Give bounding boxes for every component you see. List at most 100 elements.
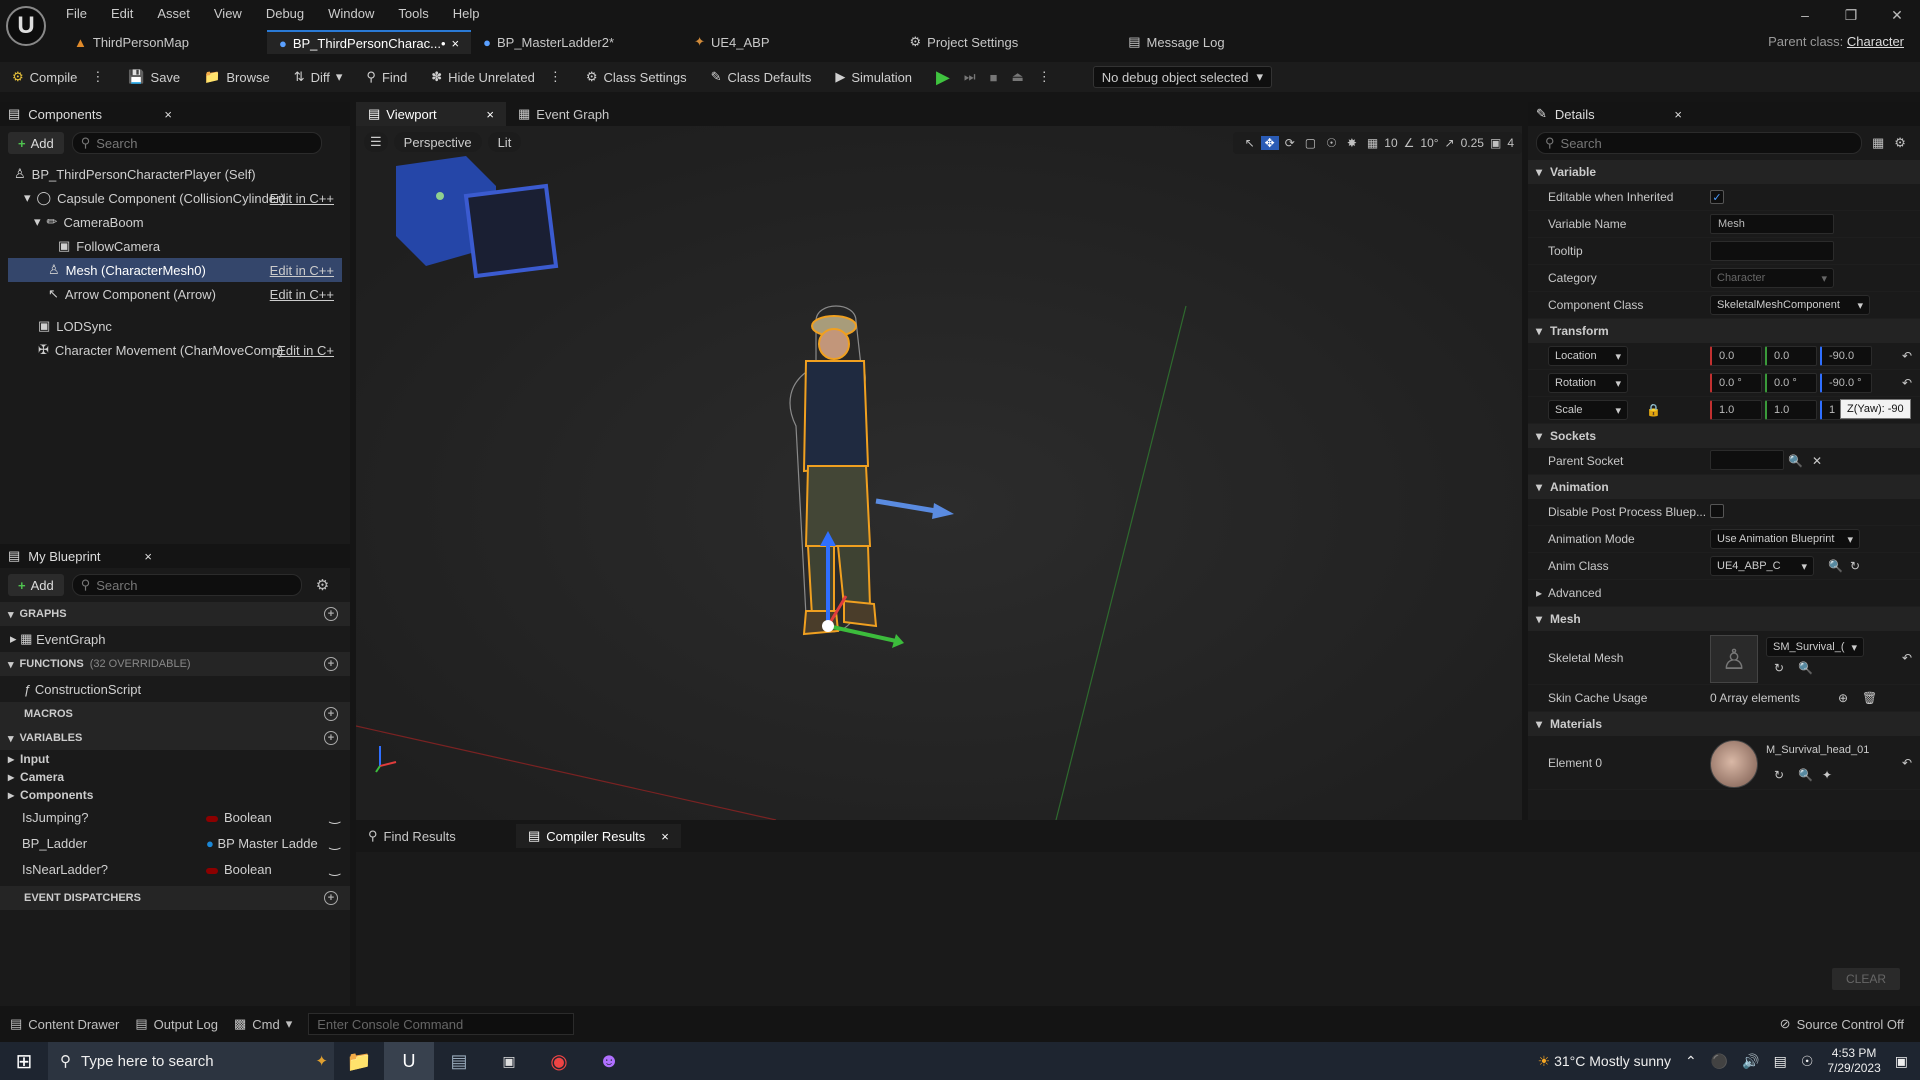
eject-icon[interactable]: ⏏ — [1011, 69, 1023, 85]
tab-compiler-results[interactable]: ▤ Compiler Results × — [516, 824, 681, 848]
class-settings-button[interactable]: ⚙ Class Settings — [574, 62, 699, 92]
compile-button[interactable]: ⚙ Compile ⋮ — [0, 62, 116, 92]
restore-icon[interactable]: ❐ — [1828, 7, 1874, 24]
visibility-icon[interactable]: ‿ — [330, 835, 340, 851]
location-z-field[interactable]: -90.0 — [1820, 346, 1872, 366]
clock[interactable]: 4:53 PM 7/29/2023 — [1827, 1046, 1880, 1076]
clear-button[interactable]: CLEAR — [1831, 968, 1900, 990]
scale-mode-dropdown[interactable]: Scale ▾ — [1548, 400, 1628, 420]
play-icon[interactable]: ▶ — [936, 67, 950, 88]
rotate-tool-icon[interactable]: ⟳ — [1281, 136, 1299, 150]
section-variable[interactable]: ▾ Variable — [1528, 160, 1920, 184]
add-variable-icon[interactable]: + — [324, 731, 338, 745]
scale-x-field[interactable]: 1.0 — [1710, 400, 1762, 420]
stop-icon[interactable]: ■ — [990, 70, 998, 85]
section-graphs[interactable]: ▾ GRAPHS + — [0, 602, 350, 626]
camera-speed-value[interactable]: 4 — [1507, 136, 1514, 150]
viewport-3d[interactable]: ☰ Perspective Lit ↖ ✥ ⟳ ▢ ☉ ✸ ▦ 10 ∠ 10° ↗… — [356, 126, 1522, 820]
angle-snap-icon[interactable]: ∠ — [1400, 136, 1419, 150]
simulation-button[interactable]: ▶ Simulation — [823, 62, 924, 92]
section-sockets[interactable]: ▾ Sockets — [1528, 424, 1920, 448]
function-item-constructionscript[interactable]: ƒ ConstructionScript — [0, 676, 350, 702]
chrome-icon[interactable]: ◉ — [534, 1049, 584, 1074]
windows-start-icon[interactable]: ⊞ — [0, 1049, 48, 1074]
tab-close-icon[interactable]: × — [452, 36, 460, 51]
compile-options-icon[interactable]: ⋮ — [91, 69, 104, 85]
discord-icon[interactable]: ☻ — [584, 1050, 634, 1073]
component-class-dropdown[interactable]: SkeletalMeshComponent ▾ — [1710, 295, 1870, 315]
material-options-icon[interactable]: ✦ — [1822, 768, 1832, 782]
use-selected-icon[interactable]: ↻ — [1774, 768, 1784, 782]
browse-icon[interactable]: 🔍 — [1798, 661, 1813, 675]
find-button[interactable]: ⚲ Find — [354, 62, 419, 92]
browse-icon[interactable]: 🔍 — [1798, 768, 1813, 782]
epic-games-icon[interactable]: ▣ — [484, 1053, 534, 1070]
more-options-icon[interactable]: ⋮ — [549, 69, 562, 85]
hide-unrelated-button[interactable]: ✽ Hide Unrelated ⋮ — [419, 62, 574, 92]
edit-in-cpp-link[interactable]: Edit in C++ — [270, 287, 334, 302]
translate-tool-icon[interactable]: ✥ — [1260, 136, 1279, 150]
variable-name-field[interactable]: Mesh — [1710, 214, 1834, 234]
tree-item-lodsync[interactable]: ▣ LODSync — [8, 314, 342, 338]
source-control-button[interactable]: ⊘ Source Control Off — [1780, 1016, 1904, 1032]
anim-class-dropdown[interactable]: UE4_ABP_C ▾ — [1710, 556, 1814, 576]
output-log-button[interactable]: ▤ Output Log — [135, 1016, 218, 1032]
tab-close-icon[interactable]: × — [486, 107, 494, 122]
section-animation[interactable]: ▾ Animation — [1528, 475, 1920, 499]
lock-icon[interactable]: 🔒 — [1646, 403, 1661, 417]
browse-button[interactable]: 📁 Browse — [192, 62, 282, 92]
shield-icon[interactable]: ☉ — [1801, 1053, 1814, 1070]
scale-y-field[interactable]: 1.0 — [1765, 400, 1817, 420]
app-icon[interactable]: ▤ — [434, 1051, 484, 1072]
tab-viewport[interactable]: ▤ Viewport × — [356, 102, 506, 126]
microphone-icon[interactable]: ⚫ — [1711, 1053, 1728, 1070]
browse-socket-icon[interactable]: 🔍 — [1788, 454, 1803, 468]
disable-post-process-checkbox[interactable] — [1710, 503, 1724, 518]
menu-file[interactable]: File — [66, 6, 87, 21]
components-search-input[interactable]: ⚲ Search — [71, 132, 322, 154]
network-icon[interactable]: ▤ — [1774, 1053, 1787, 1070]
unreal-taskbar-icon[interactable]: U — [384, 1042, 434, 1080]
animation-mode-dropdown[interactable]: Use Animation Blueprint ▾ — [1710, 529, 1860, 549]
delete-icon[interactable]: 🗑 — [1862, 691, 1877, 705]
tab-bp-thirdpersoncharacter[interactable]: ● BP_ThirdPersonCharac...• × — [266, 30, 472, 54]
add-macro-icon[interactable]: + — [324, 707, 338, 721]
volume-icon[interactable]: 🔊 — [1742, 1053, 1759, 1070]
select-tool-icon[interactable]: ↖ — [1241, 136, 1259, 150]
variable-isnearladder[interactable]: IsNearLadder? Boolean ‿ — [0, 856, 350, 882]
variable-isjumping[interactable]: IsJumping? Boolean ‿ — [0, 804, 350, 830]
grid-snap-icon[interactable]: ▦ — [1363, 136, 1382, 150]
scale-tool-icon[interactable]: ▢ — [1301, 136, 1320, 150]
angle-snap-value[interactable]: 10° — [1420, 136, 1438, 150]
browse-icon[interactable]: 🔍 — [1828, 559, 1843, 573]
rotation-mode-dropdown[interactable]: Rotation ▾ — [1548, 373, 1628, 393]
tray-expand-icon[interactable]: ⌃ — [1685, 1053, 1697, 1070]
panel-close-icon[interactable]: × — [144, 549, 152, 564]
rotation-x-field[interactable]: 0.0 ° — [1710, 373, 1762, 393]
add-graph-icon[interactable]: + — [324, 607, 338, 621]
menu-asset[interactable]: Asset — [157, 6, 190, 21]
gear-icon[interactable]: ⚙ — [316, 576, 329, 594]
tooltip-field[interactable] — [1710, 241, 1834, 261]
edit-in-cpp-link[interactable]: Edit in C++ — [270, 263, 334, 278]
section-functions[interactable]: ▾ FUNCTIONS (32 OVERRIDABLE) + — [0, 652, 350, 676]
viewport-menu-icon[interactable]: ☰ — [364, 132, 388, 152]
lit-button[interactable]: Lit — [487, 132, 522, 152]
content-drawer-button[interactable]: ▤ Content Drawer — [10, 1016, 119, 1032]
tab-close-icon[interactable]: × — [661, 829, 669, 844]
play-options-icon[interactable]: ⋮ — [1038, 69, 1051, 85]
add-component-button[interactable]: + Add — [8, 132, 64, 154]
section-mesh[interactable]: ▾ Mesh — [1528, 607, 1920, 631]
tree-item-arrow[interactable]: ↖ Arrow Component (Arrow) Edit in C++ — [8, 282, 342, 306]
menu-edit[interactable]: Edit — [111, 6, 133, 21]
tree-item-charactermovement[interactable]: ✠ Character Movement (CharMoveComp) Edit i… — [8, 338, 342, 362]
section-macros[interactable]: MACROS + — [0, 702, 350, 726]
class-defaults-button[interactable]: ✎ Class Defaults — [699, 62, 824, 92]
visibility-icon[interactable]: ‿ — [330, 809, 340, 825]
property-matrix-icon[interactable]: ▦ — [1872, 135, 1884, 151]
weather-widget[interactable]: ☀ 31°C Mostly sunny — [1538, 1053, 1671, 1070]
step-icon[interactable]: ⏭ — [964, 69, 976, 85]
location-y-field[interactable]: 0.0 — [1765, 346, 1817, 366]
use-selected-icon[interactable]: ↻ — [1774, 661, 1784, 675]
edit-in-cpp-link[interactable]: Edit in C+ — [277, 343, 334, 358]
